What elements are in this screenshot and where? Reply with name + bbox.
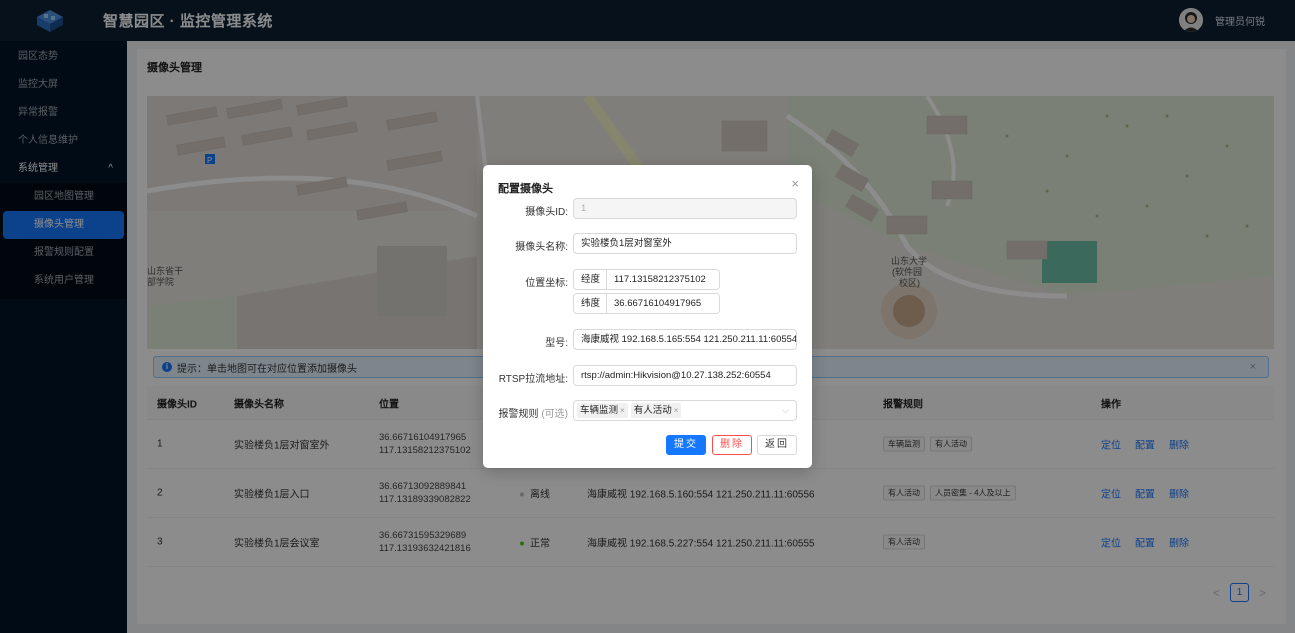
latitude-field[interactable]: 纬度 36.66716104917965 xyxy=(573,293,720,314)
remove-tag-icon[interactable]: × xyxy=(674,406,679,415)
longitude-addon: 经度 xyxy=(581,270,608,289)
camera-id-label: 摄像头ID: xyxy=(525,207,568,218)
rules-label-text: 报警规则 xyxy=(498,409,539,420)
rules-label: 报警规则 (可选) xyxy=(483,405,568,420)
position-label: 位置坐标: xyxy=(525,278,568,289)
rtsp-label: RTSP拉流地址: xyxy=(498,374,568,385)
back-button[interactable]: 返回 xyxy=(757,435,797,455)
chevron-down-icon[interactable]: ⌵ xyxy=(782,401,789,420)
camera-name-label: 摄像头名称: xyxy=(515,242,568,253)
alarm-rules-select[interactable]: 车辆监测 × 有人活动 × ⌵ xyxy=(573,400,797,421)
close-icon[interactable]: × xyxy=(791,176,799,191)
modal-title: 配置摄像头 xyxy=(498,183,553,195)
camera-id-field: 1 xyxy=(573,198,797,219)
selected-rule-text: 有人活动 xyxy=(633,405,672,416)
rules-optional-text: (可选) xyxy=(541,409,568,420)
longitude-value: 117.13158212375102 xyxy=(614,274,706,285)
latitude-value: 36.66716104917965 xyxy=(614,298,702,309)
model-label: 型号: xyxy=(545,338,568,349)
config-camera-modal: 配置摄像头 × 摄像头ID: 1 摄像头名称: 实验楼负1层对窗室外 位置坐标:… xyxy=(483,165,812,468)
latitude-addon: 纬度 xyxy=(581,294,608,313)
rtsp-field[interactable]: rtsp://admin:Hikvision@10.27.138.252:605… xyxy=(573,365,797,386)
selected-rule-tag: 车辆监测 × xyxy=(577,403,628,418)
selected-rule-text: 车辆监测 xyxy=(580,405,619,416)
longitude-field[interactable]: 经度 117.13158212375102 xyxy=(573,269,720,290)
delete-button[interactable]: 删除 xyxy=(712,435,752,455)
selected-rule-tag: 有人活动 × xyxy=(630,403,682,418)
remove-tag-icon[interactable]: × xyxy=(620,406,625,415)
model-field[interactable]: 海康威视 192.168.5.165:554 121.250.211.11:60… xyxy=(573,329,797,350)
submit-button[interactable]: 提交 xyxy=(666,435,706,455)
camera-name-field[interactable]: 实验楼负1层对窗室外 xyxy=(573,233,797,254)
